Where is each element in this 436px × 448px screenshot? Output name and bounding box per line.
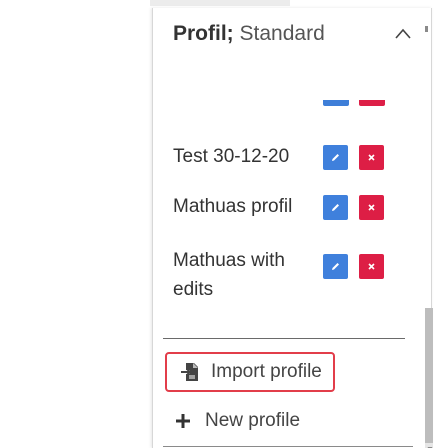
edit-profile-button[interactable] bbox=[323, 254, 348, 279]
panel-scrollbar-thumb[interactable] bbox=[425, 308, 433, 443]
current-profile-name: Standard bbox=[239, 22, 325, 45]
delete-profile-button[interactable] bbox=[359, 195, 384, 220]
new-profile-button[interactable]: New profile bbox=[175, 410, 300, 432]
page: Profil; Standard Test 30-12-20 Mathuas p… bbox=[0, 0, 436, 448]
profile-header-label: Profil; bbox=[173, 22, 234, 45]
top-strip bbox=[150, 0, 290, 6]
delete-button-partial[interactable] bbox=[359, 100, 385, 106]
import-profile-button[interactable]: Import profile bbox=[165, 352, 335, 392]
profile-name: Mathuas with edits bbox=[173, 250, 285, 300]
close-icon bbox=[368, 154, 375, 161]
profile-name: Test 30-12-20 bbox=[173, 146, 290, 167]
pencil-icon bbox=[332, 204, 339, 211]
pencil-icon bbox=[332, 154, 339, 161]
import-file-icon bbox=[181, 363, 198, 381]
edit-profile-button[interactable] bbox=[323, 195, 348, 220]
pencil-icon bbox=[332, 263, 339, 270]
delete-profile-button[interactable] bbox=[359, 145, 384, 170]
chevron-up-icon[interactable] bbox=[393, 24, 413, 44]
profile-list[interactable]: Test 30-12-20 Mathuas profil Mathuas wit… bbox=[153, 90, 415, 336]
profile-name: Mathuas profil bbox=[173, 196, 293, 217]
profile-panel: Profil; Standard Test 30-12-20 Mathuas p… bbox=[152, 8, 434, 448]
delete-profile-button[interactable] bbox=[359, 254, 384, 279]
divider bbox=[163, 338, 405, 339]
edit-button-partial[interactable] bbox=[323, 100, 349, 106]
plus-icon bbox=[176, 414, 190, 428]
list-scroll-indicator[interactable] bbox=[425, 26, 428, 32]
import-profile-label: Import profile bbox=[211, 361, 322, 382]
close-icon bbox=[368, 204, 375, 211]
profile-header[interactable]: Profil; Standard bbox=[173, 22, 325, 46]
bottom-divider bbox=[163, 446, 413, 447]
new-profile-label: New profile bbox=[205, 410, 301, 431]
close-icon bbox=[368, 263, 375, 270]
hidden-row-buttons bbox=[323, 100, 385, 106]
edit-profile-button[interactable] bbox=[323, 145, 348, 170]
